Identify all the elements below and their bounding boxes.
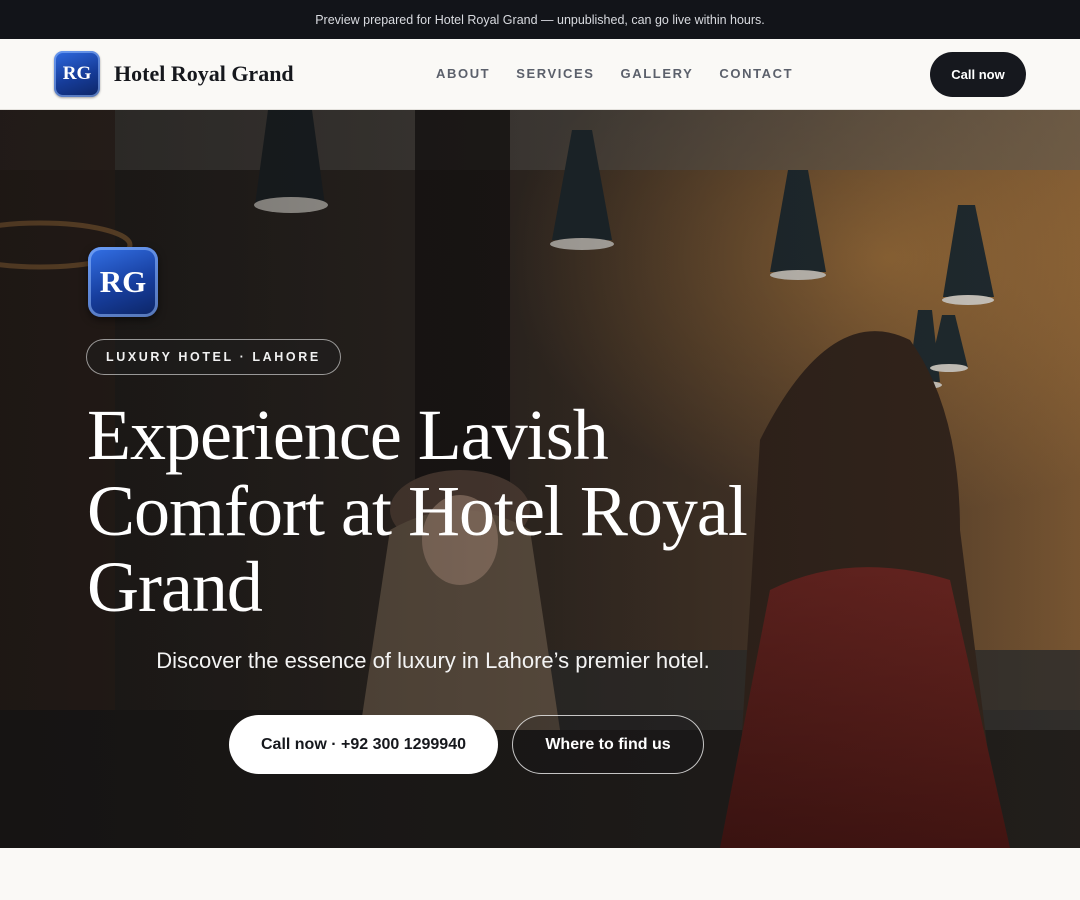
- hero-find-us-button[interactable]: Where to find us: [512, 715, 704, 774]
- preview-banner-text: Preview prepared for Hotel Royal Grand —…: [315, 12, 765, 27]
- nav-link-services[interactable]: SERVICES: [516, 66, 594, 81]
- hero-subtitle: Discover the essence of luxury in Lahore…: [156, 648, 710, 673]
- nav-link-about[interactable]: ABOUT: [436, 66, 490, 81]
- preview-banner: Preview prepared for Hotel Royal Grand —…: [0, 0, 1080, 39]
- brand-name: Hotel Royal Grand: [114, 61, 294, 86]
- nav-call-button[interactable]: Call now: [930, 52, 1026, 97]
- top-navigation: RG Hotel Royal Grand ABOUT SERVICES GALL…: [0, 39, 1080, 110]
- logo-icon: RG: [54, 51, 100, 97]
- hero-headline: Experience Lavish Comfort at Hotel Royal…: [87, 395, 748, 627]
- hero-call-button[interactable]: Call now · +92 300 1299940: [229, 715, 498, 774]
- nav-links: ABOUT SERVICES GALLERY CONTACT: [436, 66, 819, 81]
- nav-link-gallery[interactable]: GALLERY: [621, 66, 694, 81]
- hero-section: RG LUXURY HOTEL · LAHORE Experience Lavi…: [0, 110, 1080, 848]
- hero-eyebrow-badge: LUXURY HOTEL · LAHORE: [86, 339, 341, 375]
- nav-link-contact[interactable]: CONTACT: [719, 66, 793, 81]
- hero-logo-icon: RG: [88, 247, 158, 317]
- brand[interactable]: RG Hotel Royal Grand: [54, 51, 294, 97]
